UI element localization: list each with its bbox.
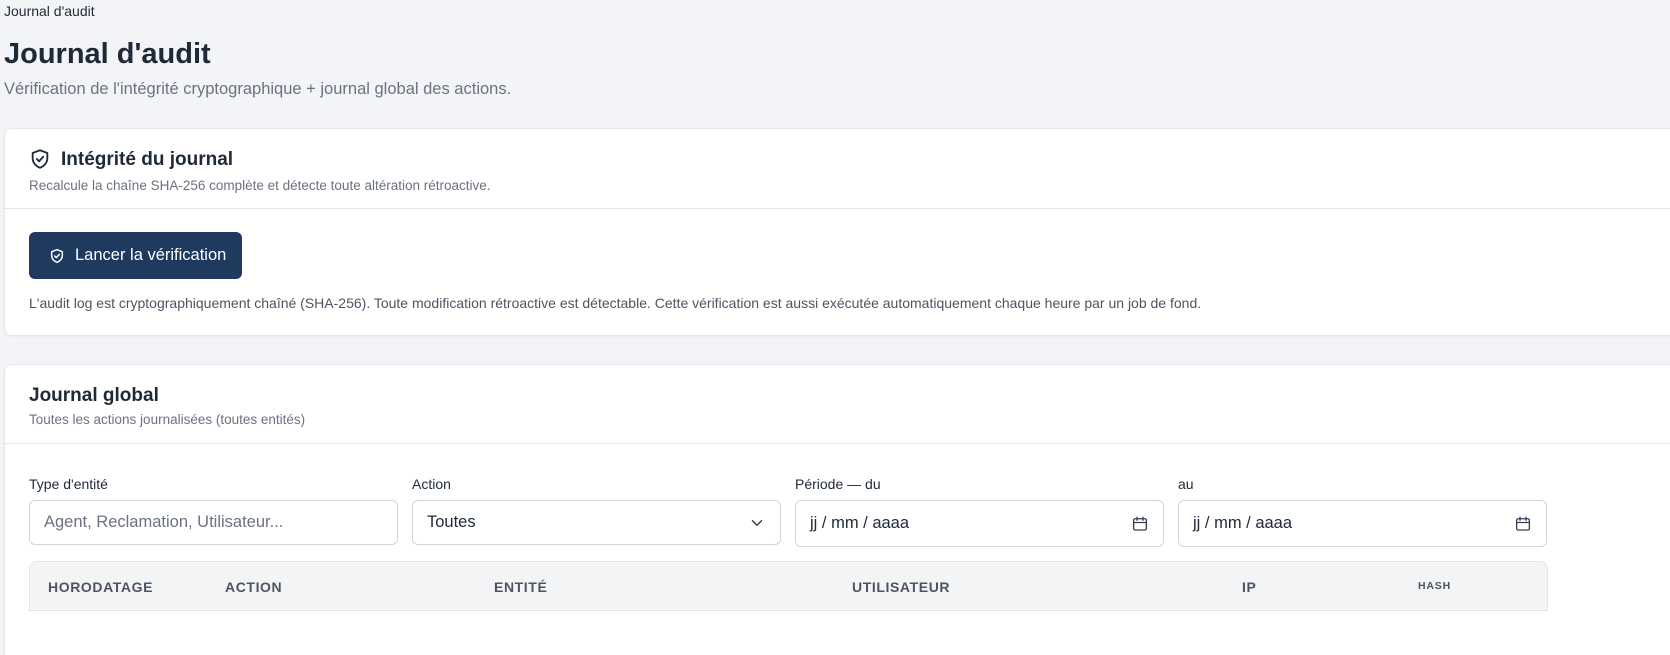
integrity-title: Intégrité du journal: [61, 149, 234, 170]
column-header-hash[interactable]: Hash: [1418, 580, 1451, 592]
column-header-entity[interactable]: Entité: [494, 579, 547, 595]
action-select-value: Toutes: [427, 513, 476, 531]
global-log-description: Toutes les actions journalisées (toutes …: [29, 412, 306, 427]
page-subtitle: Vérification de l'intégrité cryptographi…: [4, 80, 512, 98]
column-header-action[interactable]: Action: [225, 579, 282, 595]
run-verification-button[interactable]: Lancer la vérification: [29, 232, 242, 279]
global-log-card: Journal global Toutes les actions journa…: [4, 364, 1670, 655]
integrity-note: L'audit log est cryptographiquement chaî…: [29, 295, 1202, 311]
breadcrumb: Journal d'audit: [4, 3, 95, 19]
entity-type-input[interactable]: [44, 501, 397, 544]
integrity-card-header: Intégrité du journal Recalcule la chaîne…: [5, 129, 1670, 209]
period-from-input[interactable]: jj / mm / aaaa: [795, 500, 1164, 547]
calendar-icon[interactable]: [1514, 515, 1532, 533]
period-to-input[interactable]: jj / mm / aaaa: [1178, 500, 1547, 547]
run-verification-label: Lancer la vérification: [75, 246, 227, 264]
period-from-value: jj / mm / aaaa: [810, 514, 910, 532]
action-label: Action: [412, 476, 451, 492]
period-from-label: Période — du: [795, 476, 881, 492]
integrity-card: Intégrité du journal Recalcule la chaîne…: [4, 128, 1670, 336]
column-header-user[interactable]: Utilisateur: [852, 579, 950, 595]
global-log-title: Journal global: [29, 385, 159, 406]
entity-type-label: Type d'entité: [29, 476, 108, 492]
shield-check-icon: [50, 248, 64, 263]
action-select[interactable]: Toutes: [412, 500, 781, 545]
period-to-value: jj / mm / aaaa: [1193, 514, 1293, 532]
shield-check-icon: [31, 149, 49, 169]
column-header-timestamp[interactable]: Horodatage: [48, 579, 153, 595]
chevron-down-icon: [751, 519, 763, 526]
audit-table-header: Horodatage Action Entité Utilisateur IP …: [29, 561, 1548, 611]
calendar-icon[interactable]: [1131, 515, 1149, 533]
period-to-label: au: [1178, 476, 1194, 492]
entity-type-field: [29, 500, 398, 545]
global-log-header: Journal global Toutes les actions journa…: [5, 365, 1670, 444]
column-header-ip[interactable]: IP: [1242, 579, 1256, 595]
integrity-description: Recalcule la chaîne SHA-256 complète et …: [29, 178, 491, 193]
page-title: Journal d'audit: [4, 38, 211, 70]
